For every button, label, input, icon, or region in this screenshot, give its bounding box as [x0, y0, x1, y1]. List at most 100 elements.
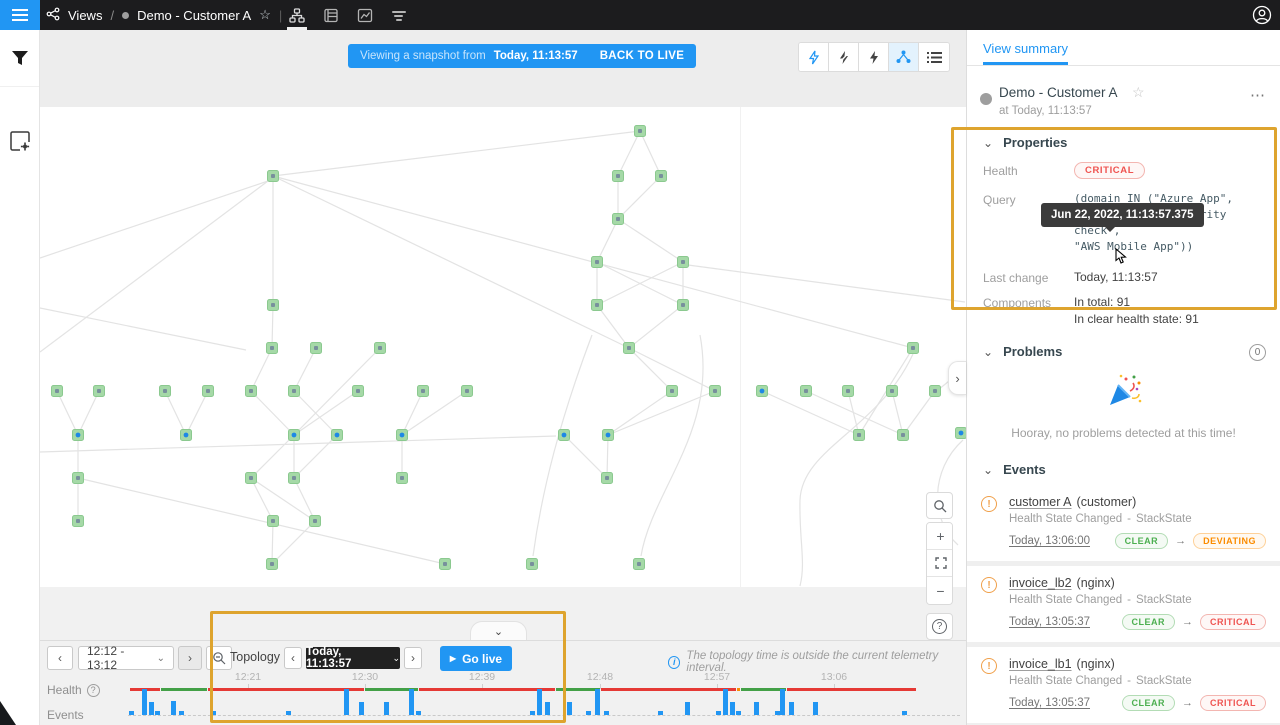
breadcrumb-view-name[interactable]: Demo - Customer A — [137, 8, 251, 23]
timeline-tick-label: 12:48 — [580, 671, 620, 683]
problems-header[interactable]: ⌄ Problems — [967, 332, 1280, 367]
view-settings-icon[interactable] — [0, 113, 40, 169]
problems-count-badge: 0 — [1249, 344, 1266, 361]
range-next-button[interactable]: › — [178, 646, 202, 670]
arrow-right-icon: → — [1175, 535, 1186, 547]
event-card[interactable]: ! invoice_lb1(nginx) Health State Change… — [967, 647, 1280, 723]
breadcrumb-views[interactable]: Views — [68, 8, 102, 23]
event-bar — [211, 711, 216, 715]
view-status-dot — [980, 93, 992, 105]
event-bar — [179, 711, 184, 715]
favorite-star-icon[interactable]: ☆ — [1132, 84, 1145, 100]
problems-muted-button[interactable] — [829, 43, 859, 71]
chevron-down-icon: ⌄ — [983, 463, 993, 477]
event-bar — [586, 711, 591, 715]
event-bar — [685, 702, 690, 715]
health-segment — [787, 688, 916, 691]
last-change-value[interactable]: Today, 11:13:57 — [1074, 269, 1158, 286]
components-clear: In clear health state: 91 — [1074, 311, 1199, 328]
health-help-icon[interactable]: ? — [87, 684, 100, 697]
snapshot-banner: Viewing a snapshot from Today, 11:13:57 … — [348, 44, 696, 68]
timeline-panel: ⌄ ‹ 12:12 - 13:12⌄ › Topology ‹ Today, 1… — [40, 587, 966, 725]
event-bar — [155, 711, 160, 715]
events-header[interactable]: ⌄ Events — [967, 450, 1280, 485]
topology-time-prev-button[interactable]: ‹ — [284, 647, 302, 669]
topology-canvas[interactable] — [40, 107, 966, 587]
event-time-link[interactable]: Today, 13:06:00 — [1009, 535, 1090, 547]
tab-events-table[interactable] — [314, 0, 348, 30]
view-title[interactable]: Demo - Customer A — [999, 85, 1118, 100]
event-bar — [595, 689, 600, 715]
favorite-star-icon[interactable]: ☆ — [259, 7, 271, 23]
problems-empty-message: Hooray, no problems detected at this tim… — [967, 426, 1280, 440]
topology-time-next-button[interactable]: › — [404, 647, 422, 669]
health-row-label: Health ? — [47, 683, 100, 697]
event-bar — [780, 689, 785, 715]
event-time-link[interactable]: Today, 13:05:37 — [1009, 697, 1090, 709]
menu-button[interactable] — [0, 0, 40, 30]
properties-header[interactable]: ⌄ Properties — [967, 123, 1280, 158]
event-card[interactable]: ! customer A(customer) Health State Chan… — [967, 485, 1280, 561]
stackstate-app: Views / Demo - Customer A ☆ | — [0, 0, 1280, 725]
event-component-link[interactable]: customer A — [1009, 495, 1072, 509]
zoom-out-button[interactable]: − — [927, 577, 953, 604]
telemetry-range-select[interactable]: 12:12 - 13:12⌄ — [78, 646, 174, 670]
timeline-tick-label: 12:57 — [697, 671, 737, 683]
event-from-badge: CLEAR — [1122, 695, 1176, 711]
alert-icon: ! — [981, 577, 997, 593]
expand-panel-handle[interactable]: › — [948, 361, 966, 395]
event-card[interactable]: ! invoice_lb2(nginx) Health State Change… — [967, 566, 1280, 642]
health-status-badge: CRITICAL — [1074, 162, 1145, 179]
timeline-tick-label: 12:30 — [345, 671, 385, 683]
help-button[interactable]: ? — [926, 613, 953, 640]
tooltip-arrow — [1105, 227, 1115, 232]
topology-main: Viewing a snapshot from Today, 11:13:57 … — [40, 30, 966, 725]
chevron-down-icon: ⌄ — [157, 653, 165, 664]
event-component-type: (nginx) — [1077, 657, 1115, 671]
event-bar — [754, 702, 759, 715]
snapshot-time[interactable]: Today, 11:13:57 — [494, 50, 578, 62]
view-mode-tabs — [280, 0, 416, 30]
back-to-live-button[interactable]: BACK TO LIVE — [600, 50, 685, 62]
sidebar-divider — [0, 86, 39, 87]
tab-topology[interactable] — [280, 0, 314, 30]
components-row: Components In total: 91 In clear health … — [967, 290, 1280, 332]
tab-view-summary[interactable]: View summary — [983, 30, 1068, 65]
chevron-down-icon: ⌄ — [983, 136, 993, 150]
event-component-link[interactable]: invoice_lb1 — [1009, 657, 1072, 671]
info-icon: i — [668, 656, 680, 669]
problems-filled-button[interactable] — [859, 43, 889, 71]
fit-to-screen-button[interactable] — [927, 550, 953, 577]
problems-outline-button[interactable] — [799, 43, 829, 71]
timeline-collapse-handle[interactable]: ⌄ — [470, 621, 527, 640]
range-prev-button[interactable]: ‹ — [47, 646, 73, 670]
range-zoom-out-button[interactable] — [206, 646, 232, 670]
timeline-tick-label: 12:21 — [228, 671, 268, 683]
problems-section: ⌄ Problems 0 Hooray, no problems — [967, 332, 1280, 450]
event-bar — [604, 711, 609, 715]
tab-metrics[interactable] — [348, 0, 382, 30]
event-to-badge: DEVIATING — [1193, 533, 1266, 549]
topology-view-button[interactable] — [889, 43, 919, 71]
event-time-link[interactable]: Today, 13:05:37 — [1009, 616, 1090, 628]
filter-icon[interactable] — [0, 30, 40, 86]
canvas-zoom-controls: + − ? — [926, 492, 953, 643]
event-component-link[interactable]: invoice_lb2 — [1009, 576, 1072, 590]
alert-icon: ! — [981, 658, 997, 674]
event-bar — [171, 701, 176, 715]
tab-traces[interactable] — [382, 0, 416, 30]
event-bar — [409, 689, 414, 715]
go-live-button[interactable]: ▶Go live — [440, 646, 512, 671]
canvas-search-button[interactable] — [926, 492, 953, 519]
health-row: Health CRITICAL — [967, 158, 1280, 183]
alert-icon: ! — [981, 496, 997, 512]
events-row-label: Events — [47, 708, 84, 722]
events-list: ! customer A(customer) Health State Chan… — [967, 485, 1280, 725]
list-view-button[interactable] — [919, 43, 949, 71]
topology-time-select[interactable]: Today, 11:13:57⌄ — [306, 647, 400, 669]
play-icon: ▶ — [450, 654, 456, 663]
event-component-type: (nginx) — [1077, 576, 1115, 590]
view-menu-button[interactable]: ⋯ — [1250, 86, 1266, 104]
user-avatar-icon[interactable] — [1252, 5, 1272, 25]
zoom-in-button[interactable]: + — [927, 523, 953, 550]
